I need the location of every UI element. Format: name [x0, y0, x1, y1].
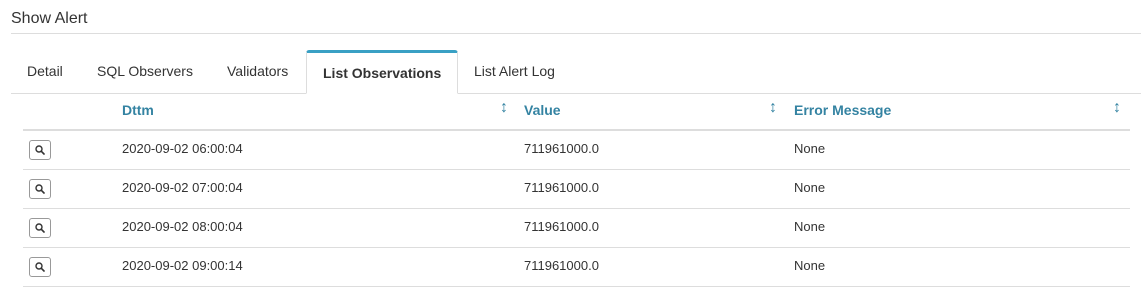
- value-cell: 711961000.0: [524, 258, 599, 273]
- search-icon: [35, 184, 45, 194]
- view-record-button[interactable]: [29, 218, 51, 238]
- error-message-cell: None: [794, 141, 826, 156]
- table-row: 2020-09-02 07:00:04 711961000.0 None: [23, 170, 1130, 209]
- tab-validators[interactable]: Validators: [211, 50, 304, 92]
- value-cell: 711961000.0: [524, 180, 599, 195]
- view-record-button[interactable]: [29, 179, 51, 199]
- sort-icon[interactable]: ↕: [769, 93, 777, 129]
- table-row: 2020-09-02 09:00:14 711961000.0 None: [23, 248, 1130, 287]
- sort-icon[interactable]: ↕: [500, 93, 508, 129]
- tab-list-alert-log[interactable]: List Alert Log: [458, 50, 571, 92]
- dttm-cell: 2020-09-02 08:00:04: [122, 219, 243, 234]
- tab-detail[interactable]: Detail: [11, 50, 79, 92]
- view-record-button[interactable]: [29, 257, 51, 277]
- dttm-cell: 2020-09-02 07:00:04: [122, 180, 243, 195]
- tab-list-observations[interactable]: List Observations: [306, 50, 459, 94]
- title-divider: [11, 33, 1141, 34]
- table-header: Dttm ↕ Value ↕ Error Message ↕: [23, 93, 1130, 131]
- search-icon: [35, 145, 45, 155]
- error-message-cell: None: [794, 258, 826, 273]
- table-row: 2020-09-02 06:00:04 711961000.0 None: [23, 131, 1130, 170]
- view-record-button[interactable]: [29, 140, 51, 160]
- page-title: Show Alert: [11, 10, 88, 27]
- dttm-cell: 2020-09-02 06:00:04: [122, 141, 243, 156]
- column-header-error-message[interactable]: Error Message: [794, 93, 891, 129]
- search-icon: [35, 262, 45, 272]
- sort-icon[interactable]: ↕: [1113, 93, 1121, 129]
- search-icon: [35, 223, 45, 233]
- column-header-value[interactable]: Value: [524, 93, 561, 129]
- error-message-cell: None: [794, 219, 826, 234]
- table-row: 2020-09-02 08:00:04 711961000.0 None: [23, 209, 1130, 248]
- error-message-cell: None: [794, 180, 826, 195]
- value-cell: 711961000.0: [524, 141, 599, 156]
- tab-bar: Detail SQL Observers Validators List Obs…: [11, 50, 1141, 94]
- column-header-dttm[interactable]: Dttm: [122, 93, 154, 129]
- dttm-cell: 2020-09-02 09:00:14: [122, 258, 243, 273]
- observations-table: Dttm ↕ Value ↕ Error Message ↕ 2020-09-0…: [23, 93, 1130, 287]
- value-cell: 711961000.0: [524, 219, 599, 234]
- tab-sql-observers[interactable]: SQL Observers: [81, 50, 209, 92]
